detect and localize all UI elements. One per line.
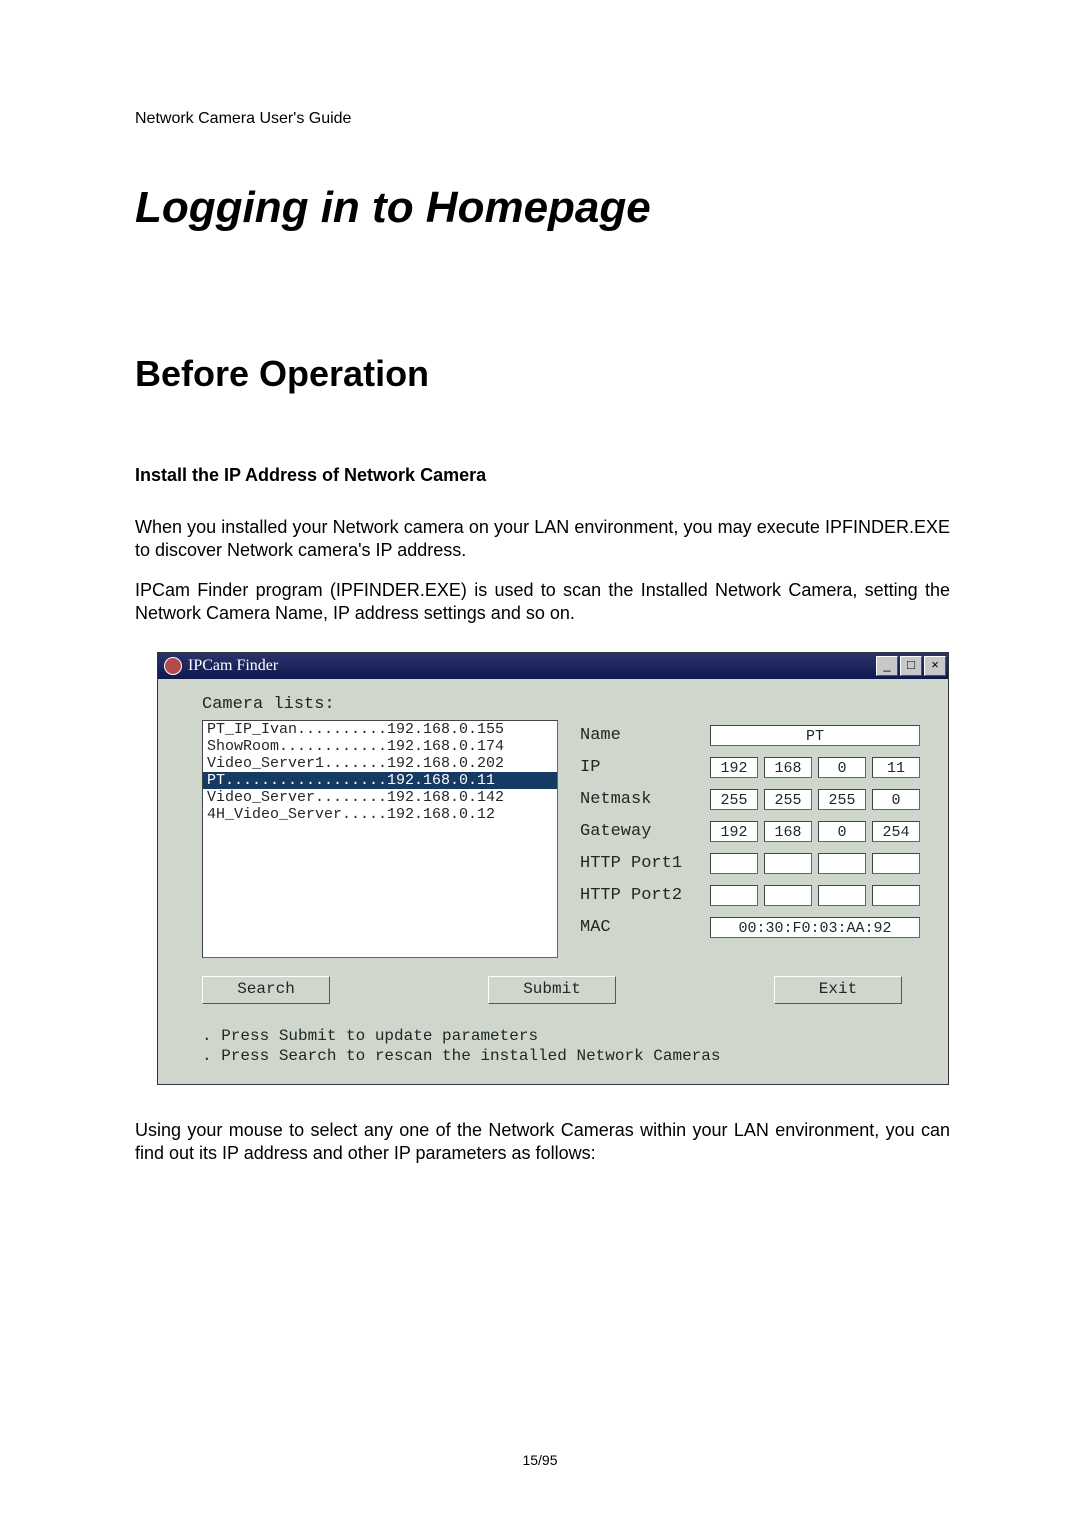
hp2-oct4[interactable] <box>872 885 920 906</box>
titlebar: IPCam Finder _ □ × <box>158 653 948 679</box>
http1-label: HTTP Port1 <box>580 854 710 873</box>
hint-line-1: . Press Submit to update parameters <box>202 1026 920 1046</box>
ip-label: IP <box>580 758 710 777</box>
http2-label: HTTP Port2 <box>580 886 710 905</box>
ip-oct2[interactable]: 168 <box>764 757 812 778</box>
hp1-oct4[interactable] <box>872 853 920 874</box>
camera-lists-label: Camera lists: <box>202 695 920 714</box>
nm-oct1[interactable]: 255 <box>710 789 758 810</box>
netmask-label: Netmask <box>580 790 710 809</box>
doc-title: Logging in to Homepage <box>135 183 950 233</box>
close-button[interactable]: × <box>924 656 946 676</box>
minimize-button[interactable]: _ <box>876 656 898 676</box>
list-item[interactable]: ShowRoom............192.168.0.174 <box>203 738 557 755</box>
submit-button[interactable]: Submit <box>488 976 616 1004</box>
name-label: Name <box>580 726 710 745</box>
search-button[interactable]: Search <box>202 976 330 1004</box>
ip-oct4[interactable]: 11 <box>872 757 920 778</box>
nm-oct4[interactable]: 0 <box>872 789 920 810</box>
hp1-oct2[interactable] <box>764 853 812 874</box>
list-item[interactable]: Video_Server1.......192.168.0.202 <box>203 755 557 772</box>
hint-line-2: . Press Search to rescan the installed N… <box>202 1046 920 1066</box>
hp2-oct1[interactable] <box>710 885 758 906</box>
running-header: Network Camera User's Guide <box>135 110 950 128</box>
list-item[interactable]: Video_Server........192.168.0.142 <box>203 789 557 806</box>
list-item[interactable]: 4H_Video_Server.....192.168.0.12 <box>203 806 557 823</box>
paragraph-2: IPCam Finder program (IPFINDER.EXE) is u… <box>135 579 950 624</box>
list-item-selected[interactable]: PT..................192.168.0.11 <box>203 772 557 789</box>
camera-list[interactable]: PT_IP_Ivan..........192.168.0.155 ShowRo… <box>202 720 558 958</box>
list-item[interactable]: PT_IP_Ivan..........192.168.0.155 <box>203 721 557 738</box>
name-field[interactable]: PT <box>710 725 920 746</box>
app-icon <box>164 657 182 675</box>
details-form: Name PT IP 192 168 0 11 Netmask 255 255 <box>580 720 920 958</box>
gw-oct2[interactable]: 168 <box>764 821 812 842</box>
section-heading: Before Operation <box>135 353 950 395</box>
mac-label: MAC <box>580 918 710 937</box>
exit-button[interactable]: Exit <box>774 976 902 1004</box>
ip-oct1[interactable]: 192 <box>710 757 758 778</box>
hp1-oct1[interactable] <box>710 853 758 874</box>
hp2-oct2[interactable] <box>764 885 812 906</box>
gateway-label: Gateway <box>580 822 710 841</box>
gw-oct1[interactable]: 192 <box>710 821 758 842</box>
paragraph-3: Using your mouse to select any one of th… <box>135 1119 950 1164</box>
subhead: Install the IP Address of Network Camera <box>135 465 950 486</box>
ip-oct3[interactable]: 0 <box>818 757 866 778</box>
nm-oct3[interactable]: 255 <box>818 789 866 810</box>
gw-oct4[interactable]: 254 <box>872 821 920 842</box>
ipcam-finder-window: IPCam Finder _ □ × Camera lists: PT_IP_I… <box>157 652 949 1085</box>
mac-field: 00:30:F0:03:AA:92 <box>710 917 920 938</box>
page-number: 15/95 <box>0 1452 1080 1468</box>
nm-oct2[interactable]: 255 <box>764 789 812 810</box>
maximize-button[interactable]: □ <box>900 656 922 676</box>
window-title: IPCam Finder <box>188 657 876 675</box>
gw-oct3[interactable]: 0 <box>818 821 866 842</box>
paragraph-1: When you installed your Network camera o… <box>135 516 950 561</box>
hp2-oct3[interactable] <box>818 885 866 906</box>
hp1-oct3[interactable] <box>818 853 866 874</box>
